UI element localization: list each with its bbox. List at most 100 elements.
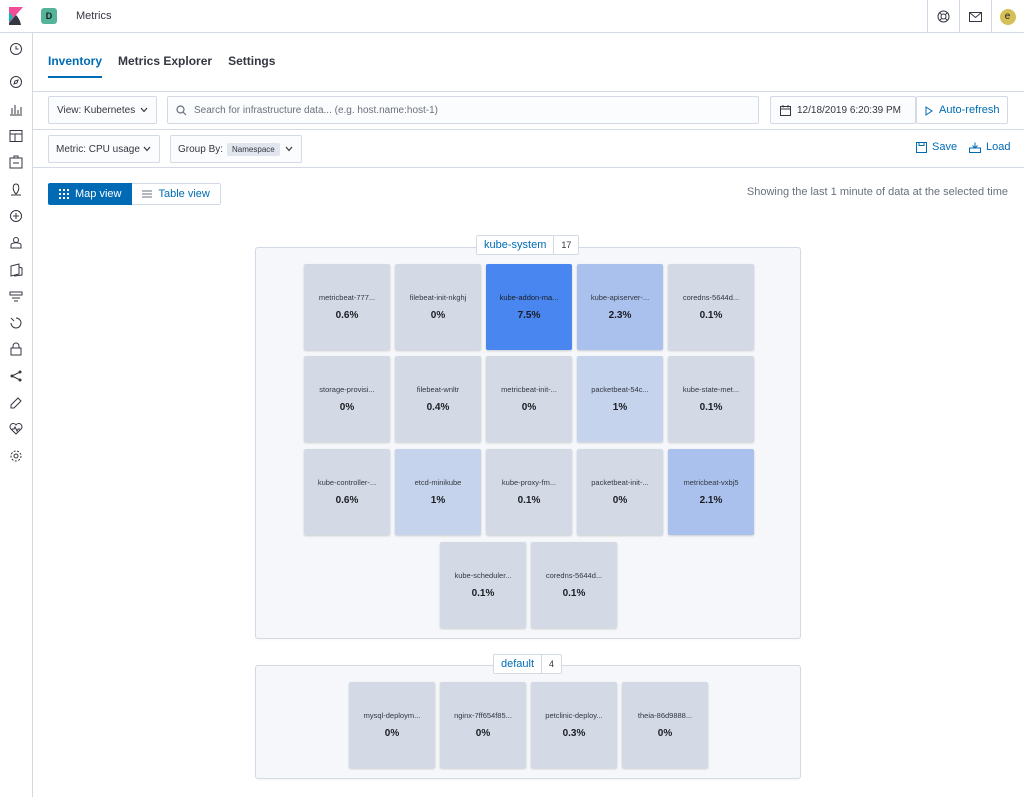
siem-icon[interactable] (9, 342, 23, 356)
apm-icon[interactable] (9, 290, 23, 304)
group-label-kube-system[interactable]: kube-system 17 (476, 235, 580, 255)
node-name: coredns-5644d... (682, 293, 740, 302)
waffle-node[interactable]: filebeat-init-nkghj 0% (395, 264, 481, 350)
node-name: nginx-7ff654f85... (454, 711, 512, 720)
node-value: 0% (339, 402, 355, 413)
group-name: kube-system (484, 239, 547, 251)
recent-icon[interactable] (9, 42, 23, 56)
group-by-select[interactable]: Group By: Namespace (170, 135, 302, 163)
view-select-label: View: Kubernetes (57, 104, 136, 116)
search-icon (176, 105, 187, 116)
metric-select-label: Metric: CPU usage (56, 143, 140, 155)
save-icon (916, 141, 927, 153)
waffle-node[interactable]: packetbeat-54c... 1% (577, 356, 663, 442)
discover-icon[interactable] (9, 75, 23, 89)
waffle-node[interactable]: metricbeat-vxbj5 2.1% (668, 449, 754, 535)
chevron-down-icon (285, 146, 293, 152)
map-view-button[interactable]: Map view (48, 183, 133, 205)
chevron-down-icon (140, 107, 148, 113)
auto-refresh-button[interactable]: Auto-refresh (916, 96, 1008, 124)
waffle-node[interactable]: mysql-deploym... 0% (349, 682, 435, 768)
waffle-node[interactable]: kube-proxy-fm... 0.1% (486, 449, 572, 535)
node-value: 0% (612, 495, 628, 506)
group-label-default[interactable]: default 4 (493, 654, 563, 674)
node-name: metricbeat-777... (318, 293, 376, 302)
top-header: D Metrics e (0, 0, 1024, 33)
waffle-node[interactable]: coredns-5644d... 0.1% (668, 264, 754, 350)
tab-settings[interactable]: Settings (228, 54, 275, 78)
group-count: 17 (553, 236, 578, 254)
waffle-node[interactable]: metricbeat-init-... 0% (486, 356, 572, 442)
maps-icon[interactable] (9, 182, 23, 196)
view-toggle: Map view Table view (48, 183, 221, 205)
divider (33, 167, 1024, 168)
management-gear-icon[interactable] (9, 449, 23, 463)
waffle-node[interactable]: theia-86d9888... 0% (622, 682, 708, 768)
load-button[interactable]: Load (969, 141, 1010, 153)
node-name: etcd-minikube (414, 478, 462, 487)
waffle-node[interactable]: petclinic-deploy... 0.3% (531, 682, 617, 768)
node-name: metricbeat-vxbj5 (683, 478, 739, 487)
waffle-node[interactable]: kube-state-met... 0.1% (668, 356, 754, 442)
node-value: 0.6% (335, 310, 359, 321)
app-tabs: Inventory Metrics Explorer Settings (48, 54, 275, 78)
node-name: kube-proxy-fm... (501, 478, 557, 487)
waffle-node[interactable]: metricbeat-777... 0.6% (304, 264, 390, 350)
waffle-node[interactable]: kube-addon-ma... 7.5% (486, 264, 572, 350)
space-avatar[interactable]: D (41, 8, 57, 24)
kibana-logo-icon[interactable] (8, 7, 24, 25)
waffle-node[interactable]: packetbeat-init-... 0% (577, 449, 663, 535)
metric-select[interactable]: Metric: CPU usage (48, 135, 160, 163)
waffle-node[interactable]: storage-provisi... 0% (304, 356, 390, 442)
waffle-node[interactable]: kube-scheduler... 0.1% (440, 542, 526, 628)
node-value: 0.4% (426, 402, 450, 413)
node-value: 0% (657, 728, 673, 739)
node-name: mysql-deploym... (363, 711, 421, 720)
canvas-icon[interactable] (9, 155, 23, 169)
side-nav (0, 33, 33, 797)
node-name: kube-controller-... (317, 478, 377, 487)
search-input[interactable]: Search for infrastructure data... (e.g. … (167, 96, 759, 124)
waffle-node[interactable]: coredns-5644d... 0.1% (531, 542, 617, 628)
load-icon (969, 142, 981, 153)
node-name: petclinic-deploy... (545, 711, 603, 720)
group-count: 4 (541, 655, 561, 673)
waffle-node[interactable]: filebeat-wnltr 0.4% (395, 356, 481, 442)
node-value: 0.1% (517, 495, 541, 506)
node-value: 0% (521, 402, 537, 413)
grid-icon (59, 189, 69, 199)
newsfeed-button[interactable] (959, 0, 991, 33)
tab-inventory[interactable]: Inventory (48, 54, 103, 78)
divider (33, 91, 1024, 92)
ml-icon[interactable] (9, 209, 23, 223)
help-button[interactable] (927, 0, 959, 33)
table-view-button[interactable]: Table view (132, 183, 221, 205)
auto-refresh-label: Auto-refresh (939, 104, 1000, 116)
node-value: 0% (430, 310, 446, 321)
logs-app-icon[interactable] (9, 263, 23, 277)
node-name: packetbeat-54c... (591, 385, 649, 394)
visualize-icon[interactable] (9, 102, 23, 116)
node-name: coredns-5644d... (545, 571, 603, 580)
user-menu-button[interactable]: e (991, 0, 1023, 33)
date-picker[interactable]: 12/18/2019 6:20:39 PM (770, 96, 916, 124)
group-by-label: Group By: (178, 143, 224, 155)
dashboard-icon[interactable] (9, 129, 23, 143)
view-select[interactable]: View: Kubernetes (48, 96, 157, 124)
play-icon (925, 106, 933, 116)
node-value: 0.1% (471, 588, 495, 599)
dev-tools-icon[interactable] (9, 396, 23, 410)
waffle-node[interactable]: etcd-minikube 1% (395, 449, 481, 535)
node-value: 7.5% (517, 310, 541, 321)
uptime-icon[interactable] (9, 316, 23, 330)
monitoring-icon[interactable] (9, 422, 23, 436)
save-button[interactable]: Save (916, 141, 957, 153)
graph-icon[interactable] (9, 369, 23, 383)
waffle-node[interactable]: nginx-7ff654f85... 0% (440, 682, 526, 768)
waffle-node[interactable]: kube-apiserver-... 2.3% (577, 264, 663, 350)
node-name: metricbeat-init-... (501, 385, 557, 394)
metrics-app-icon[interactable] (9, 236, 23, 250)
node-name: kube-state-met... (682, 385, 740, 394)
waffle-node[interactable]: kube-controller-... 0.6% (304, 449, 390, 535)
tab-metrics-explorer[interactable]: Metrics Explorer (118, 54, 212, 78)
